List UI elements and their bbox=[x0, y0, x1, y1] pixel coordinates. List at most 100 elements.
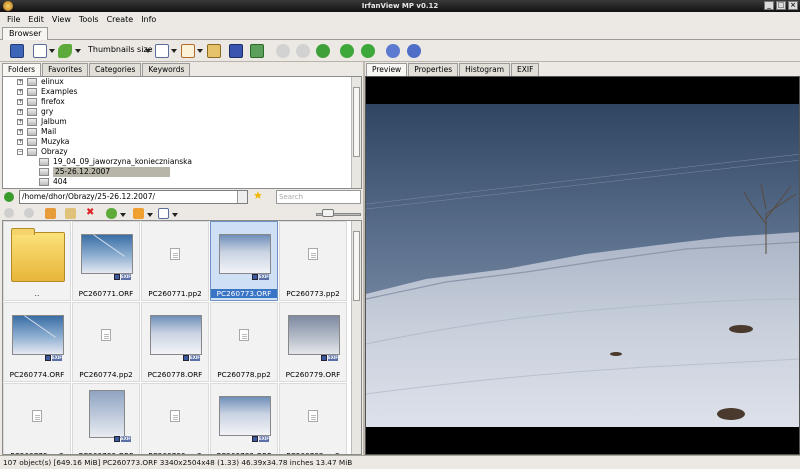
rotate-left-icon[interactable] bbox=[340, 44, 354, 58]
thumbnail-item[interactable]: PC260773.pp2 bbox=[279, 221, 347, 301]
rename-icon[interactable] bbox=[65, 208, 76, 219]
thumbnail-item[interactable]: PC260780.pp2 bbox=[141, 383, 209, 454]
tree-node[interactable]: + Mail bbox=[3, 127, 351, 137]
tree-node[interactable]: 404 bbox=[3, 177, 351, 187]
back-icon[interactable] bbox=[4, 208, 14, 218]
tag-dropdown-icon[interactable] bbox=[75, 49, 81, 53]
thumbnail-item[interactable]: EXIFPC260780.ORF bbox=[72, 383, 140, 454]
settings-gear-icon[interactable] bbox=[386, 44, 400, 58]
slideshow-icon[interactable] bbox=[250, 44, 264, 58]
thumbnail-grid[interactable]: .. EXIF PC260771.ORF PC260771.pp2 EXIF PC2607… bbox=[2, 220, 362, 455]
sort-dropdown-icon[interactable] bbox=[171, 49, 177, 53]
thumbnail-item[interactable]: EXIF PC260778.ORF bbox=[141, 302, 209, 382]
thumbnail-item[interactable]: PC260782.pp2 bbox=[279, 383, 347, 454]
compare-icon[interactable] bbox=[207, 44, 221, 58]
search-input[interactable]: Search bbox=[276, 190, 361, 204]
thumbnail-item[interactable]: PC260779.pp2 bbox=[3, 383, 71, 454]
tab-exif[interactable]: EXIF bbox=[511, 63, 540, 76]
thumbnail-size-dropdown-icon[interactable] bbox=[145, 49, 151, 53]
thumbnail-size-label[interactable]: Thumbnails size bbox=[88, 45, 153, 54]
thumbnail-item[interactable]: EXIF PC260771.ORF bbox=[72, 221, 140, 301]
forward-icon[interactable] bbox=[24, 208, 34, 218]
tree-node[interactable]: 19_04_09_jaworzyna_koniecznianska bbox=[3, 157, 351, 167]
thumbnail-item[interactable]: PC260774.pp2 bbox=[72, 302, 140, 382]
tree-scrollbar[interactable] bbox=[351, 77, 361, 188]
menu-edit[interactable]: Edit bbox=[24, 15, 48, 24]
tab-categories[interactable]: Categories bbox=[88, 63, 142, 76]
go-up-icon[interactable] bbox=[4, 192, 14, 202]
tree-node-label: Obrazy bbox=[41, 147, 68, 156]
delete-icon[interactable]: ✖ bbox=[86, 208, 96, 218]
thumbnail-item[interactable]: PC260771.pp2 bbox=[141, 221, 209, 301]
filter-icon[interactable] bbox=[181, 44, 195, 58]
folder-tree[interactable]: + elinux + Examples + firefox + gry + Jalbum + Mail… bbox=[2, 76, 362, 189]
thumbnail-item[interactable]: EXIF PC260774.ORF bbox=[3, 302, 71, 382]
favorite-star-icon[interactable]: ★ bbox=[253, 189, 263, 203]
tree-node-label: 19_04_09_jaworzyna_koniecznianska bbox=[53, 157, 192, 166]
view-grid-icon[interactable] bbox=[33, 44, 47, 58]
sort-icon[interactable] bbox=[155, 44, 169, 58]
thumbnail-item[interactable]: PC260778.pp2 bbox=[210, 302, 278, 382]
tag-filter-dropdown-icon[interactable] bbox=[120, 213, 126, 217]
tab-properties[interactable]: Properties bbox=[408, 63, 459, 76]
grid-scrollbar[interactable] bbox=[351, 221, 361, 454]
tree-expander-icon[interactable]: + bbox=[17, 129, 23, 135]
up-arrow-icon[interactable] bbox=[316, 44, 330, 58]
menu-tools[interactable]: Tools bbox=[75, 15, 103, 24]
menu-create[interactable]: Create bbox=[103, 15, 138, 24]
menu-info[interactable]: Info bbox=[137, 15, 160, 24]
tree-expander-icon[interactable]: − bbox=[17, 149, 23, 155]
menu-view[interactable]: View bbox=[48, 15, 75, 24]
tree-node[interactable]: 25-26.12.2007 bbox=[3, 167, 351, 177]
fullscreen-icon[interactable] bbox=[10, 44, 24, 58]
path-dropdown-button[interactable] bbox=[237, 191, 247, 203]
view-dropdown-icon[interactable] bbox=[49, 49, 55, 53]
preview-pane[interactable] bbox=[365, 76, 800, 455]
tree-node[interactable]: + Muzyka bbox=[3, 137, 351, 147]
tree-expander-icon[interactable]: + bbox=[17, 79, 23, 85]
exif-badge-label: EXIF bbox=[259, 274, 270, 280]
new-folder-icon[interactable] bbox=[45, 208, 56, 219]
layout-dropdown-icon[interactable] bbox=[172, 213, 178, 217]
tree-node[interactable]: + gry bbox=[3, 107, 351, 117]
tree-node[interactable]: + Examples bbox=[3, 87, 351, 97]
thumbnail-image bbox=[89, 390, 125, 438]
filter-dropdown-icon[interactable] bbox=[197, 49, 203, 53]
tree-node[interactable]: + Jalbum bbox=[3, 117, 351, 127]
funnel-dropdown-icon[interactable] bbox=[147, 213, 153, 217]
thumbnail-item[interactable]: .. bbox=[3, 221, 71, 301]
thumbnail-item[interactable]: EXIF PC260773.ORF bbox=[210, 221, 278, 301]
thumbnail-zoom-slider-handle[interactable] bbox=[322, 209, 334, 217]
tree-expander-icon[interactable]: + bbox=[17, 89, 23, 95]
tab-histogram[interactable]: Histogram bbox=[459, 63, 511, 76]
tree-expander-icon[interactable]: + bbox=[17, 139, 23, 145]
tree-node[interactable]: + firefox bbox=[3, 97, 351, 107]
maximize-button[interactable]: □ bbox=[776, 1, 786, 10]
tab-keywords[interactable]: Keywords bbox=[142, 63, 191, 76]
tree-node[interactable]: + elinux bbox=[3, 77, 351, 87]
minimize-button[interactable]: _ bbox=[764, 1, 774, 10]
back-arrow-icon[interactable] bbox=[276, 44, 290, 58]
path-input[interactable]: /home/dhor/Obrazy/25-26.12.2007/ bbox=[19, 190, 248, 204]
close-button[interactable]: × bbox=[788, 1, 798, 10]
tab-folders[interactable]: Folders bbox=[2, 63, 42, 76]
menu-file[interactable]: File bbox=[3, 15, 24, 24]
tag-filter-icon[interactable] bbox=[106, 208, 117, 219]
tree-node[interactable]: − Obrazy bbox=[3, 147, 351, 157]
thumbnail-image bbox=[219, 234, 271, 274]
rotate-right-icon[interactable] bbox=[361, 44, 375, 58]
tag-icon[interactable] bbox=[58, 44, 72, 58]
help-icon[interactable] bbox=[407, 44, 421, 58]
tree-expander-icon[interactable]: + bbox=[17, 109, 23, 115]
thumbnail-item[interactable]: EXIF PC260779.ORF bbox=[279, 302, 347, 382]
funnel-icon[interactable] bbox=[133, 208, 144, 219]
layout-grid-icon[interactable] bbox=[158, 208, 169, 219]
tab-favorites[interactable]: Favorites bbox=[42, 63, 88, 76]
tab-browser[interactable]: Browser bbox=[2, 27, 49, 41]
forward-arrow-icon[interactable] bbox=[296, 44, 310, 58]
tree-expander-icon[interactable]: + bbox=[17, 119, 23, 125]
tab-preview[interactable]: Preview bbox=[366, 63, 408, 76]
save-icon[interactable] bbox=[229, 44, 243, 58]
thumbnail-item[interactable]: EXIFPC260782.ORF bbox=[210, 383, 278, 454]
tree-expander-icon[interactable]: + bbox=[17, 99, 23, 105]
